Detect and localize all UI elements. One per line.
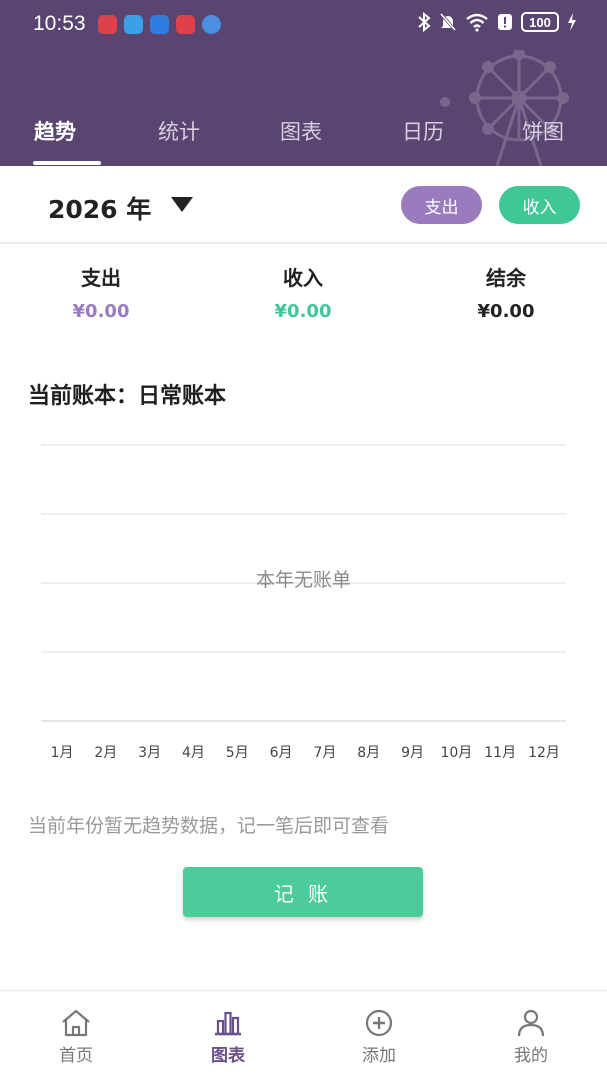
browser-app-icon bbox=[124, 15, 143, 34]
status-indicators: 100 bbox=[417, 12, 577, 32]
trend-chart: 1月 2月 3月 4月 5月 6月 7月 8月 9月 10月 11月 12月 本年无账单 bbox=[0, 430, 607, 770]
summary-row: 支出 ¥0.00 收入 ¥0.00 结余 ¥0.00 bbox=[0, 262, 607, 332]
x-tick-label: 4月 bbox=[182, 745, 205, 761]
charging-icon bbox=[568, 13, 576, 31]
bottom-nav: 首页 图表 添加 我的 bbox=[0, 990, 607, 1080]
x-tick-label: 12月 bbox=[528, 745, 560, 761]
person-icon bbox=[517, 1009, 545, 1037]
x-tick-label: 1月 bbox=[51, 745, 74, 761]
nav-home[interactable]: 首页 bbox=[0, 991, 152, 1080]
tab-indicator bbox=[33, 161, 101, 165]
summary-expense-label: 支出 bbox=[81, 266, 121, 290]
expense-toggle-button[interactable]: 支出 bbox=[401, 186, 482, 224]
summary-balance-label: 结余 bbox=[486, 266, 526, 290]
nav-add[interactable]: 添加 bbox=[303, 991, 455, 1080]
summary-expense-value: ¥0.00 bbox=[72, 301, 130, 322]
status-app-icons bbox=[98, 15, 221, 34]
tab-trend[interactable]: 趋势 bbox=[34, 116, 76, 146]
summary-expense: 支出 ¥0.00 bbox=[21, 262, 181, 322]
wifi-icon bbox=[466, 13, 488, 32]
x-tick-label: 3月 bbox=[138, 745, 161, 761]
year-selector[interactable]: 2026 年 bbox=[48, 190, 151, 226]
x-tick-label: 10月 bbox=[440, 745, 472, 761]
tab-charts[interactable]: 图表 bbox=[280, 116, 322, 146]
bulb-app-icon bbox=[150, 15, 169, 34]
year-selector-row: 2026 年 支出 收入 bbox=[0, 166, 607, 244]
x-tick-label: 8月 bbox=[357, 745, 380, 761]
x-tick-label: 9月 bbox=[401, 745, 424, 761]
huawei-app-icon bbox=[98, 15, 117, 34]
battery-indicator: 100 bbox=[521, 12, 559, 32]
tab-pie[interactable]: 饼图 bbox=[522, 116, 564, 146]
alert-icon bbox=[498, 14, 512, 30]
record-button[interactable]: 记 账 bbox=[183, 867, 423, 917]
nav-charts-label: 图表 bbox=[211, 1046, 245, 1066]
current-ledger-label: 当前账本：日常账本 bbox=[28, 384, 227, 409]
nav-me[interactable]: 我的 bbox=[455, 991, 607, 1080]
x-tick-label: 11月 bbox=[484, 745, 516, 761]
summary-income: 收入 ¥0.00 bbox=[223, 262, 383, 322]
huawei-store-icon bbox=[176, 15, 195, 34]
mute-icon bbox=[439, 13, 457, 31]
globe-app-icon bbox=[202, 15, 221, 34]
bluetooth-icon bbox=[418, 12, 431, 32]
add-circle-icon bbox=[365, 1009, 393, 1037]
app-header: 10:53 100 趋势 统计 图表 日历 饼图 bbox=[0, 0, 607, 166]
tab-statistics[interactable]: 统计 bbox=[158, 116, 200, 146]
summary-balance-value: ¥0.00 bbox=[477, 301, 535, 322]
x-tick-label: 5月 bbox=[226, 745, 249, 761]
summary-balance: 结余 ¥0.00 bbox=[426, 262, 586, 322]
summary-income-label: 收入 bbox=[283, 266, 323, 290]
tab-bar: 趋势 统计 图表 日历 饼图 bbox=[0, 108, 607, 166]
trend-chart-svg: 1月 2月 3月 4月 5月 6月 7月 8月 9月 10月 11月 12月 bbox=[41, 444, 566, 761]
home-icon bbox=[62, 1009, 90, 1037]
nav-add-label: 添加 bbox=[362, 1046, 396, 1066]
status-time: 10:53 bbox=[33, 12, 86, 35]
nav-charts[interactable]: 图表 bbox=[152, 991, 304, 1080]
x-tick-label: 7月 bbox=[313, 745, 336, 761]
nav-home-label: 首页 bbox=[59, 1046, 93, 1066]
dropdown-arrow-icon[interactable] bbox=[171, 197, 193, 212]
no-data-hint: 当前年份暂无趋势数据，记一笔后即可查看 bbox=[28, 815, 390, 837]
nav-me-label: 我的 bbox=[514, 1046, 548, 1066]
x-tick-label: 6月 bbox=[270, 745, 293, 761]
status-bar: 10:53 100 bbox=[0, 0, 607, 50]
chart-empty-text: 本年无账单 bbox=[255, 569, 351, 591]
tab-calendar[interactable]: 日历 bbox=[402, 116, 444, 146]
x-tick-label: 2月 bbox=[94, 745, 117, 761]
bar-chart-icon bbox=[215, 1011, 241, 1036]
summary-income-value: ¥0.00 bbox=[274, 301, 332, 322]
income-toggle-button[interactable]: 收入 bbox=[499, 186, 580, 224]
